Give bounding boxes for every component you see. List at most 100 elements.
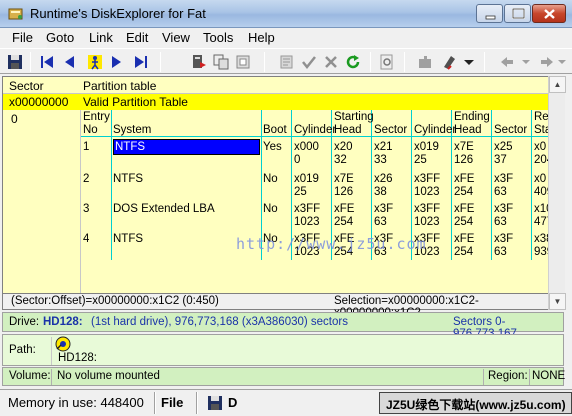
refresh-icon[interactable] — [344, 53, 362, 71]
partition-system: DOS Extended LBA — [113, 203, 215, 215]
check-icon[interactable] — [300, 53, 318, 71]
bookmark-icon[interactable] — [190, 53, 208, 71]
entry-number: 4 — [83, 233, 90, 245]
watermark: http://www.jz5u.com — [236, 235, 427, 253]
partition-system: NTFS — [113, 233, 144, 245]
drive-name[interactable]: HD128: — [43, 316, 83, 328]
maximize-button[interactable] — [504, 4, 531, 23]
selected-sector: x00000000 — [9, 95, 69, 109]
app-icon — [8, 6, 24, 22]
menu-edit[interactable]: Edit — [126, 30, 148, 45]
sec2-dec: 63 — [494, 246, 507, 258]
next-icon[interactable] — [108, 53, 126, 71]
drive-icon[interactable] — [55, 336, 71, 352]
back-icon[interactable] — [498, 53, 516, 71]
cancel-icon[interactable] — [322, 53, 340, 71]
close-button[interactable] — [532, 4, 566, 23]
sec2-hex: x25 — [494, 141, 513, 153]
sec1-dec: 38 — [374, 186, 387, 198]
scroll-down-icon[interactable]: ▼ — [549, 293, 566, 310]
partition-system: NTFS — [113, 173, 144, 185]
file-status: File — [161, 395, 184, 410]
jump-icon[interactable] — [86, 53, 104, 71]
menu-help[interactable]: Help — [248, 30, 275, 45]
drive-letter-status: D — [228, 395, 238, 410]
boot-flag: No — [263, 173, 278, 185]
menu-link[interactable]: Link — [89, 30, 113, 45]
selected-row[interactable]: x00000000 Valid Partition Table — [3, 94, 549, 110]
copy-sector-icon[interactable] — [212, 53, 230, 71]
volume-value: No volume mounted — [57, 370, 160, 382]
cyl1-dec: 1023 — [294, 216, 320, 228]
scroll-up-icon[interactable]: ▲ — [549, 76, 566, 93]
find-icon[interactable] — [378, 53, 396, 71]
minimize-button[interactable] — [476, 4, 503, 23]
entry-number: 3 — [83, 203, 90, 215]
offset-status-line: (Sector:Offset)=x00000000:x1C2 (0:450) S… — [2, 294, 548, 319]
toolbar — [0, 48, 572, 74]
puzzle-icon[interactable] — [416, 53, 434, 71]
boot-header: Boot — [263, 124, 287, 136]
head1-hex: xFE — [334, 203, 355, 215]
cyl1-dec: 0 — [294, 154, 301, 166]
starting-group-header: Starting — [334, 111, 374, 123]
forward-dropdown-icon[interactable] — [556, 53, 570, 71]
first-icon[interactable] — [38, 53, 56, 71]
sec1-hex: x3F — [374, 203, 394, 215]
vertical-scrollbar[interactable]: ▲ ▼ — [548, 76, 566, 310]
content-header: Partition table — [83, 79, 157, 93]
cyl1-hex: x019 — [294, 173, 319, 185]
sec2-hex: x3F — [494, 203, 514, 215]
head2-hex: xFE — [454, 203, 475, 215]
last-icon[interactable] — [132, 53, 150, 71]
cyl2-dec: 25 — [414, 154, 427, 166]
cyl2-hex: x019 — [414, 141, 439, 153]
no-header: No — [83, 124, 98, 136]
partition-system[interactable]: NTFS — [113, 139, 260, 155]
selected-text: Valid Partition Table — [83, 95, 188, 109]
path-value: HD128: — [58, 352, 97, 364]
drive-panel: Drive: HD128: (1st hard drive), 976,773,… — [2, 312, 564, 340]
window-title: Runtime's DiskExplorer for Fat — [30, 6, 206, 21]
head1-dec: 126 — [334, 186, 354, 198]
back-dropdown-icon[interactable] — [518, 53, 536, 71]
ending-group-header: Ending — [454, 111, 490, 123]
offset-position: (Sector:Offset)=x00000000:x1C2 (0:450) — [11, 295, 219, 307]
end-sector-header: Sector — [494, 124, 528, 136]
volume-label: Volume: — [9, 370, 51, 382]
sec1-hex: x26 — [374, 173, 393, 185]
sector-view[interactable]: Sector Partition table x00000000 Valid P… — [2, 76, 562, 294]
cyl1-dec: 25 — [294, 186, 307, 198]
cyl2-hex: x3FF — [414, 173, 441, 185]
paste-sector-icon[interactable] — [234, 53, 252, 71]
cyl1-hex: x3FF — [294, 203, 321, 215]
head2-hex: xFE — [454, 173, 475, 185]
dropdown-arrow-icon[interactable] — [460, 53, 478, 71]
entry-number: 1 — [83, 141, 90, 153]
memory-status: Memory in use: 448400 — [8, 395, 144, 410]
menu-goto[interactable]: Goto — [46, 30, 74, 45]
save-icon[interactable] — [6, 53, 24, 71]
marker-icon[interactable] — [440, 53, 458, 71]
row-sector: 0 — [11, 112, 18, 126]
head1-dec: 254 — [334, 216, 354, 228]
forward-icon[interactable] — [538, 53, 556, 71]
head1-hex: x20 — [334, 141, 353, 153]
sec1-dec: 63 — [374, 216, 387, 228]
volume-panel: Volume: No volume mounted Region: NONE — [2, 367, 565, 386]
menu-tools[interactable]: Tools — [203, 30, 233, 45]
head1-hex: x7E — [334, 173, 354, 185]
view-header: Sector Partition table — [3, 77, 549, 94]
entry-header: Entry — [83, 111, 110, 123]
menu-view[interactable]: View — [162, 30, 190, 45]
start-cylinder-header: Cylinder — [294, 124, 337, 136]
previous-icon[interactable] — [60, 53, 78, 71]
head2-dec: 254 — [454, 186, 474, 198]
sector-header: Sector — [9, 79, 44, 93]
head2-hex: x7E — [454, 141, 474, 153]
title-bar: Runtime's DiskExplorer for Fat — [0, 0, 572, 28]
edit-disabled-icon[interactable] — [278, 53, 296, 71]
end-head-header: Head — [454, 124, 482, 136]
head2-dec: 126 — [454, 154, 474, 166]
menu-file[interactable]: File — [12, 30, 33, 45]
